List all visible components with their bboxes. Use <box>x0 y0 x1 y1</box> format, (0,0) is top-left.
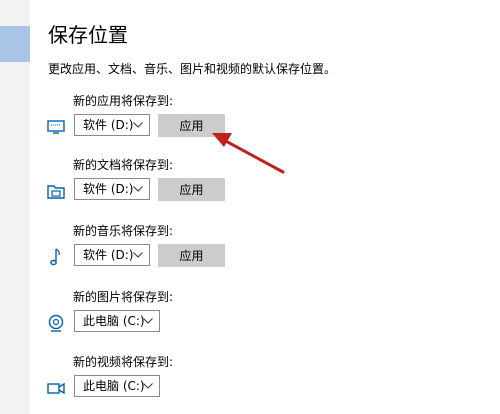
pictures-drive-select[interactable]: 此电脑 (C:) <box>74 310 160 332</box>
music-save-label: 新的音乐将保存到: <box>73 224 174 238</box>
documents-save-label: 新的文档将保存到: <box>73 158 174 172</box>
music-drive-value: 软件 (D:) <box>83 248 134 262</box>
music-save-location: 新的音乐将保存到: 软件 (D:) 应用 <box>0 222 500 282</box>
folder-icon <box>45 180 67 202</box>
music-note-icon <box>45 246 67 268</box>
chevron-down-icon <box>133 252 143 258</box>
chevron-down-icon <box>143 383 153 389</box>
apps-save-label: 新的应用将保存到: <box>73 94 174 108</box>
chevron-down-icon <box>133 122 143 128</box>
page-title: 保存位置 <box>48 23 128 47</box>
pictures-save-label: 新的图片将保存到: <box>73 290 174 304</box>
videos-drive-value: 此电脑 (C:) <box>83 379 145 393</box>
video-camera-icon <box>45 377 67 399</box>
videos-save-label: 新的视频将保存到: <box>73 355 174 369</box>
apps-apply-button[interactable]: 应用 <box>158 114 225 137</box>
documents-drive-value: 软件 (D:) <box>83 182 134 196</box>
documents-apply-button[interactable]: 应用 <box>158 178 225 201</box>
pictures-drive-value: 此电脑 (C:) <box>83 314 145 328</box>
sidebar-selected-item[interactable] <box>0 26 30 62</box>
chevron-down-icon <box>133 186 143 192</box>
apps-drive-value: 软件 (D:) <box>83 118 134 132</box>
videos-save-location: 新的视频将保存到: 此电脑 (C:) <box>0 353 500 413</box>
videos-drive-select[interactable]: 此电脑 (C:) <box>74 375 160 397</box>
music-apply-button[interactable]: 应用 <box>158 244 225 267</box>
apps-save-location: 新的应用将保存到: 软件 (D:) 应用 <box>0 92 500 152</box>
documents-save-location: 新的文档将保存到: 软件 (D:) 应用 <box>0 156 500 216</box>
music-drive-select[interactable]: 软件 (D:) <box>74 244 150 266</box>
camera-icon <box>45 312 67 334</box>
documents-drive-select[interactable]: 软件 (D:) <box>74 178 150 200</box>
chevron-down-icon <box>143 318 153 324</box>
page-description: 更改应用、文档、音乐、图片和视频的默认保存位置。 <box>48 62 337 76</box>
apps-drive-select[interactable]: 软件 (D:) <box>74 114 150 136</box>
monitor-icon <box>45 116 67 138</box>
pictures-save-location: 新的图片将保存到: 此电脑 (C:) <box>0 288 500 348</box>
